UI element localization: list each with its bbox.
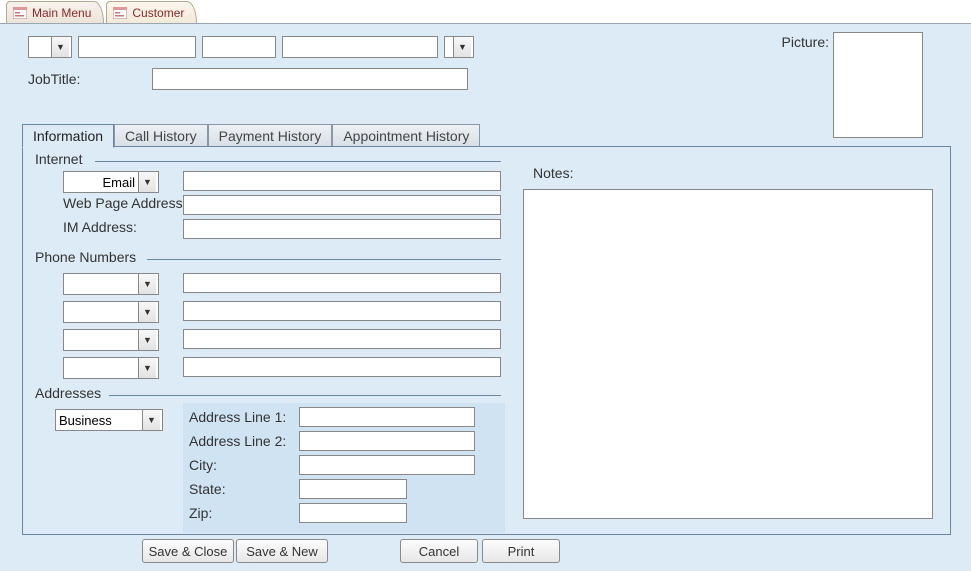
name-fields-row: ▼ ▼ bbox=[28, 36, 474, 58]
phone3-type-input[interactable] bbox=[64, 330, 138, 350]
chevron-down-icon[interactable]: ▼ bbox=[138, 274, 156, 294]
phone3-type-combo[interactable]: ▼ bbox=[63, 329, 159, 351]
tab-customer-label: Customer bbox=[132, 6, 184, 20]
form-icon bbox=[13, 7, 27, 19]
address-line1-label: Address Line 1: bbox=[189, 409, 299, 425]
tab-main-menu-label: Main Menu bbox=[32, 6, 91, 20]
address-type-combo[interactable]: ▼ bbox=[55, 409, 163, 431]
phone-group-label: Phone Numbers bbox=[35, 249, 142, 265]
jobtitle-label: JobTitle: bbox=[28, 71, 152, 87]
tab-information-label: Information bbox=[33, 128, 103, 144]
tab-information[interactable]: Information bbox=[22, 124, 114, 148]
notes-field[interactable] bbox=[523, 189, 933, 519]
address-zip-field[interactable] bbox=[299, 503, 407, 523]
tab-appointment-history[interactable]: Appointment History bbox=[332, 124, 480, 147]
chevron-down-icon[interactable]: ▼ bbox=[142, 410, 160, 430]
form-icon bbox=[113, 7, 127, 19]
address-line1-field[interactable] bbox=[299, 407, 475, 427]
picture-box[interactable] bbox=[833, 32, 923, 138]
phone1-type-combo[interactable]: ▼ bbox=[63, 273, 159, 295]
tab-appointment-history-label: Appointment History bbox=[343, 128, 469, 144]
phone1-type-input[interactable] bbox=[64, 274, 138, 294]
chevron-down-icon[interactable]: ▼ bbox=[51, 37, 69, 57]
addresses-group-line bbox=[109, 395, 501, 396]
phone4-type-input[interactable] bbox=[64, 358, 138, 378]
addresses-group-label: Addresses bbox=[35, 385, 107, 401]
tab-customer[interactable]: Customer bbox=[106, 1, 197, 23]
chevron-down-icon[interactable]: ▼ bbox=[138, 330, 156, 350]
internet-group-line bbox=[95, 161, 501, 162]
title-combo[interactable]: ▼ bbox=[28, 36, 72, 58]
phone2-field[interactable] bbox=[183, 301, 501, 321]
address-city-field[interactable] bbox=[299, 455, 475, 475]
address-line2-label: Address Line 2: bbox=[189, 433, 299, 449]
inner-tab-strip: Information Call History Payment History… bbox=[22, 120, 480, 146]
last-name-field[interactable] bbox=[282, 36, 438, 58]
middle-name-field[interactable] bbox=[202, 36, 276, 58]
chevron-down-icon[interactable]: ▼ bbox=[138, 302, 156, 322]
button-bar: Save & Close Save & New Cancel Print bbox=[0, 539, 971, 565]
notes-label: Notes: bbox=[533, 165, 573, 181]
print-button[interactable]: Print bbox=[482, 539, 560, 563]
address-type-input[interactable] bbox=[56, 410, 142, 430]
save-new-button[interactable]: Save & New bbox=[236, 539, 328, 563]
tab-page-information: Internet ▼ Web Page Address: IM Address:… bbox=[22, 146, 951, 535]
jobtitle-row: JobTitle: bbox=[28, 68, 468, 90]
im-field[interactable] bbox=[183, 219, 501, 239]
suffix-combo-input[interactable] bbox=[445, 37, 453, 57]
save-close-button[interactable]: Save & Close bbox=[142, 539, 234, 563]
tab-payment-history[interactable]: Payment History bbox=[208, 124, 333, 147]
tab-payment-history-label: Payment History bbox=[219, 128, 322, 144]
webpage-label: Web Page Address: bbox=[63, 195, 193, 211]
first-name-field[interactable] bbox=[78, 36, 196, 58]
suffix-combo[interactable]: ▼ bbox=[444, 36, 474, 58]
address-zip-label: Zip: bbox=[189, 505, 299, 521]
im-label: IM Address: bbox=[63, 219, 183, 235]
address-panel: Address Line 1: Address Line 2: City: St… bbox=[183, 403, 505, 533]
email-field[interactable] bbox=[183, 171, 501, 191]
jobtitle-field[interactable] bbox=[152, 68, 468, 90]
form-canvas: ▼ ▼ JobTitle: Picture: Information Call … bbox=[0, 24, 971, 571]
title-combo-input[interactable] bbox=[29, 37, 51, 57]
phone1-field[interactable] bbox=[183, 273, 501, 293]
phone4-type-combo[interactable]: ▼ bbox=[63, 357, 159, 379]
phone2-type-input[interactable] bbox=[64, 302, 138, 322]
phone2-type-combo[interactable]: ▼ bbox=[63, 301, 159, 323]
tab-call-history[interactable]: Call History bbox=[114, 124, 208, 147]
address-city-label: City: bbox=[189, 457, 299, 473]
address-line2-field[interactable] bbox=[299, 431, 475, 451]
email-type-combo[interactable]: ▼ bbox=[63, 171, 159, 193]
tab-call-history-label: Call History bbox=[125, 128, 197, 144]
cancel-button[interactable]: Cancel bbox=[400, 539, 478, 563]
phone-group-line bbox=[147, 259, 501, 260]
chevron-down-icon[interactable]: ▼ bbox=[138, 172, 156, 192]
address-state-label: State: bbox=[189, 481, 299, 497]
chevron-down-icon[interactable]: ▼ bbox=[453, 37, 471, 57]
phone3-field[interactable] bbox=[183, 329, 501, 349]
internet-group-label: Internet bbox=[35, 151, 88, 167]
webpage-field[interactable] bbox=[183, 195, 501, 215]
tab-main-menu[interactable]: Main Menu bbox=[6, 1, 104, 23]
document-tab-bar: Main Menu Customer bbox=[0, 0, 971, 24]
phone4-field[interactable] bbox=[183, 357, 501, 377]
picture-label: Picture: bbox=[782, 34, 829, 50]
address-state-field[interactable] bbox=[299, 479, 407, 499]
chevron-down-icon[interactable]: ▼ bbox=[138, 358, 156, 378]
email-type-combo-input[interactable] bbox=[64, 172, 138, 192]
